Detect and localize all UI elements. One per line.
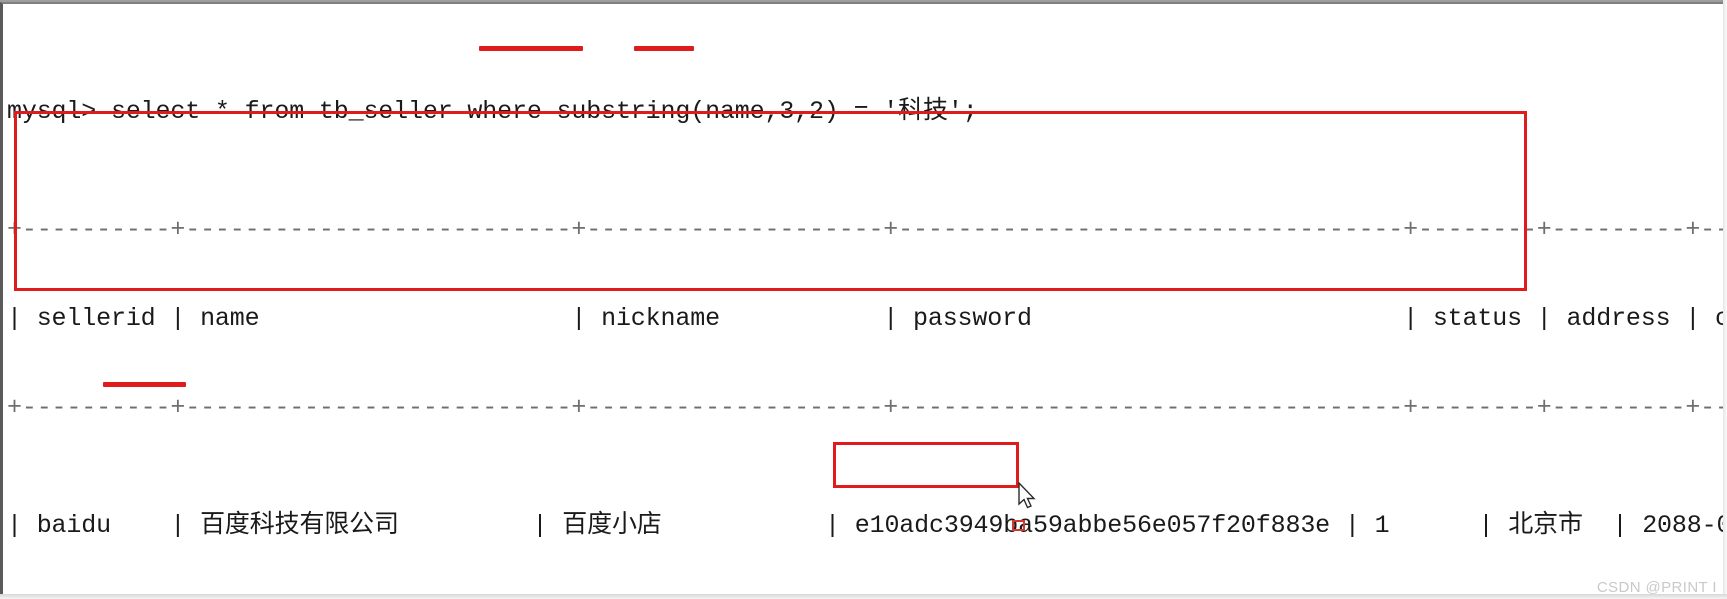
mysql-console-window[interactable]: mysql> select * from tb_seller where sub… (0, 2, 1723, 594)
window-bottom-edge (0, 594, 1727, 599)
underline-explain-annotation (103, 382, 186, 387)
cursor-drop-indicator (1012, 520, 1025, 531)
window-right-edge (1723, 0, 1727, 599)
csdn-watermark: CSDN @PRINT I (1596, 579, 1717, 596)
underline-substring-annotation (479, 46, 583, 51)
select-table-border-top: +----------+--------------------------+-… (7, 215, 1723, 245)
underline-name-annotation (634, 46, 694, 51)
screenshot-root: mysql> select * from tb_seller where sub… (0, 0, 1727, 599)
query-line-select: mysql> select * from tb_seller where sub… (7, 96, 978, 126)
table-row: | baidu | 百度科技有限公司 | 百度小店 | e10adc3949ba… (7, 511, 1723, 541)
console-output: mysql> select * from tb_seller where sub… (3, 4, 1723, 594)
select-table-border-header: +----------+--------------------------+-… (7, 392, 1723, 422)
window-top-edge (0, 0, 1727, 2)
select-table-header-row: | sellerid | name | nickname | password … (7, 303, 1723, 333)
